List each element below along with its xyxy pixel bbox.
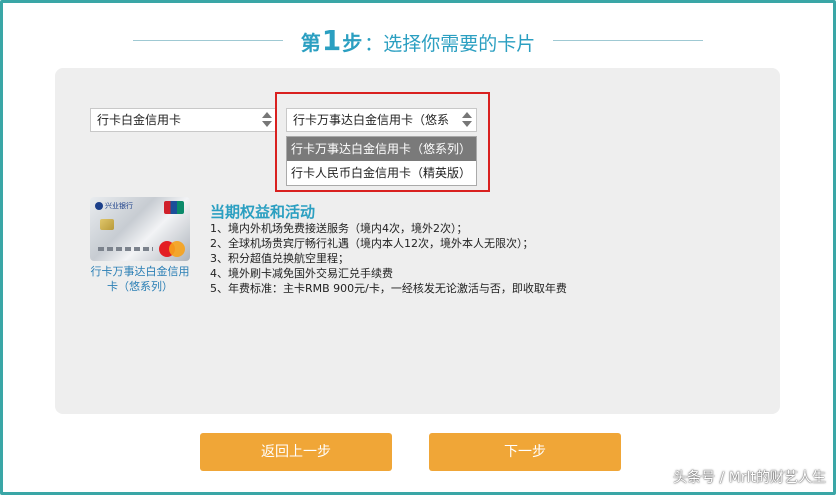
step-suffix: 步 (342, 30, 363, 55)
select-arrows-icon (262, 112, 272, 128)
credit-card-image: 兴业银行 (90, 197, 190, 261)
step-number: 1 (321, 23, 342, 57)
benefits-title: 当期权益和活动 (210, 203, 316, 221)
bank-logo-icon (95, 202, 103, 210)
step-prefix: 第 (300, 30, 321, 55)
step-title-text: ：选择你需要的卡片 (364, 32, 536, 55)
card-name: 行卡万事达白金信用卡（悠系列） (90, 265, 190, 293)
card-chip-icon (100, 219, 114, 230)
next-button[interactable]: 下一步 (429, 433, 621, 471)
benefit-item: 1、境内外机场免费接送服务（境内4次，境外2次）； (210, 222, 468, 235)
benefit-item: 4、境外刷卡减免国外交易汇兑手续费 (210, 267, 393, 280)
header-divider-left (132, 39, 283, 41)
benefits-list: 1、境内外机场免费接送服务（境内4次，境外2次）； 2、全球机场贵宾厅畅行礼遇（… (210, 221, 567, 296)
step-header: 第 1 步 ：选择你需要的卡片 (0, 22, 836, 58)
benefit-item: 3、积分超值兑换航空里程； (210, 252, 349, 265)
step-title: 第 1 步 ：选择你需要的卡片 (301, 24, 536, 57)
annotation-highlight-box (275, 92, 490, 192)
card-level-select-value: 行卡白金信用卡 (97, 113, 182, 127)
unionpay-logo-icon (164, 201, 184, 214)
bank-name: 兴业银行 (105, 202, 133, 210)
card-level-select[interactable]: 行卡白金信用卡 (90, 108, 277, 132)
mastercard-logo-icon (159, 241, 185, 257)
benefit-item: 5、年费标准：主卡RMB 900元/卡，一经核发无论激活与否，即收取年费 (210, 282, 567, 295)
card-number-graphic (98, 247, 153, 251)
header-divider-right (553, 39, 704, 41)
benefit-item: 2、全球机场贵宾厅畅行礼遇（境内本人12次，境外本人无限次）； (210, 237, 534, 250)
back-button[interactable]: 返回上一步 (200, 433, 392, 471)
watermark: 头条号 / Mrlt的财艺人生 (673, 470, 826, 486)
